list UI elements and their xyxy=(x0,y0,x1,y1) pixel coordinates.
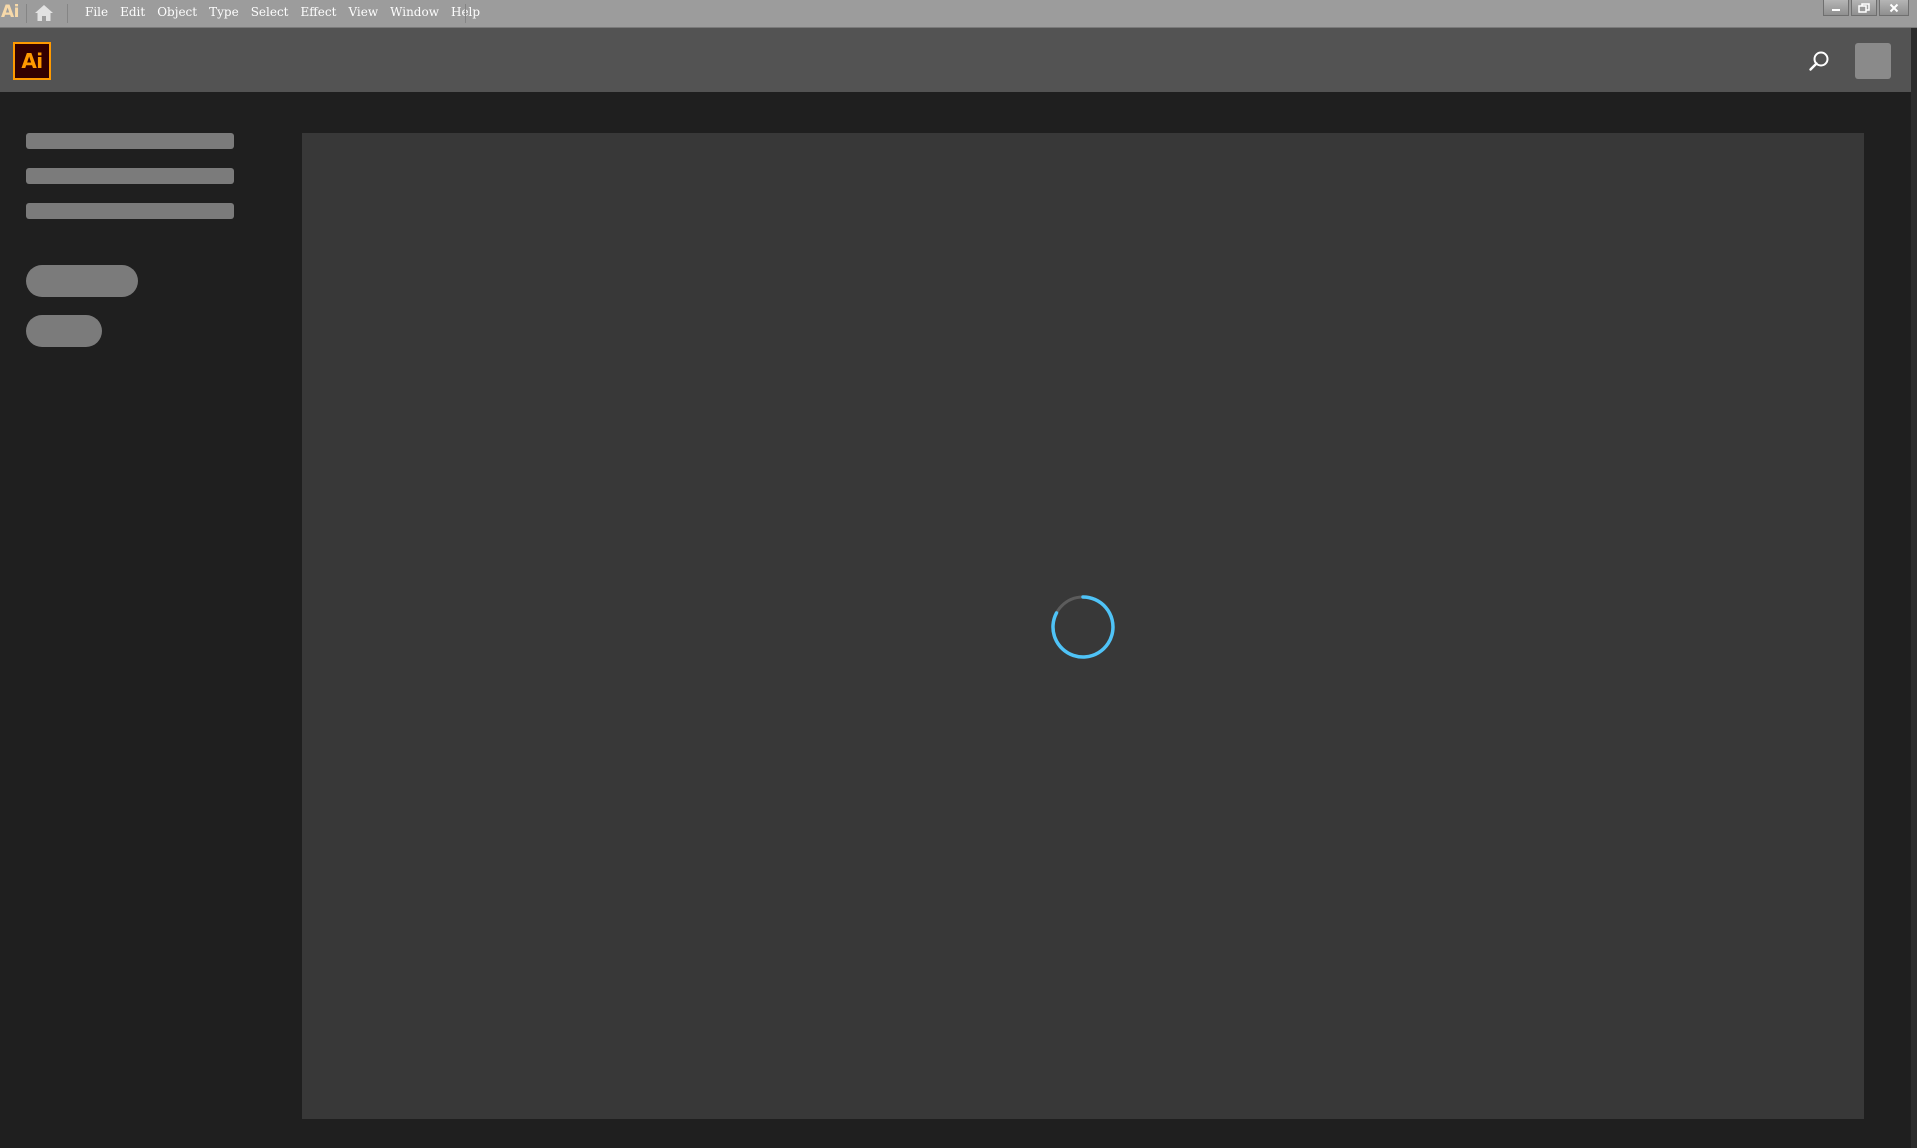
close-icon xyxy=(1889,3,1899,12)
menu-bar: File Edit Object Type Select Effect View… xyxy=(79,0,486,24)
search-icon xyxy=(1809,51,1829,71)
menu-file[interactable]: File xyxy=(79,0,114,24)
title-bar: Ai File Edit Object Type Select Effect V… xyxy=(0,0,1917,28)
menu-view[interactable]: View xyxy=(342,0,384,24)
content-panel xyxy=(302,133,1864,1119)
minimize-button[interactable] xyxy=(1823,0,1849,16)
app-logo-text: Ai xyxy=(21,49,43,73)
search-button[interactable] xyxy=(1807,49,1831,73)
app-title-logo: Ai xyxy=(1,2,19,22)
avatar[interactable] xyxy=(1855,43,1891,79)
minimize-icon xyxy=(1832,8,1840,11)
skeleton-line xyxy=(26,203,234,219)
skeleton-button xyxy=(26,315,102,347)
window-controls xyxy=(1823,0,1909,16)
loading-spinner-icon xyxy=(1051,595,1115,659)
menu-window[interactable]: Window xyxy=(384,0,445,24)
skeleton-line xyxy=(26,168,234,184)
app-header: Ai xyxy=(0,28,1917,92)
loading-spinner xyxy=(1049,593,1117,661)
window-edge xyxy=(1911,28,1917,1148)
skeleton-button xyxy=(26,265,138,297)
skeleton-line xyxy=(26,133,234,149)
title-separator xyxy=(465,4,466,23)
close-button[interactable] xyxy=(1879,0,1909,16)
sidebar xyxy=(0,92,300,1148)
menu-effect[interactable]: Effect xyxy=(295,0,343,24)
restore-button[interactable] xyxy=(1851,0,1877,16)
menu-object[interactable]: Object xyxy=(151,0,203,24)
restore-icon xyxy=(1858,2,1870,13)
title-separator xyxy=(67,4,68,23)
menu-select[interactable]: Select xyxy=(245,0,295,24)
menu-type[interactable]: Type xyxy=(203,0,245,24)
menu-edit[interactable]: Edit xyxy=(114,0,151,24)
app-logo: Ai xyxy=(13,42,51,80)
home-icon xyxy=(35,5,53,21)
home-button[interactable] xyxy=(33,3,55,23)
title-separator xyxy=(26,4,27,23)
